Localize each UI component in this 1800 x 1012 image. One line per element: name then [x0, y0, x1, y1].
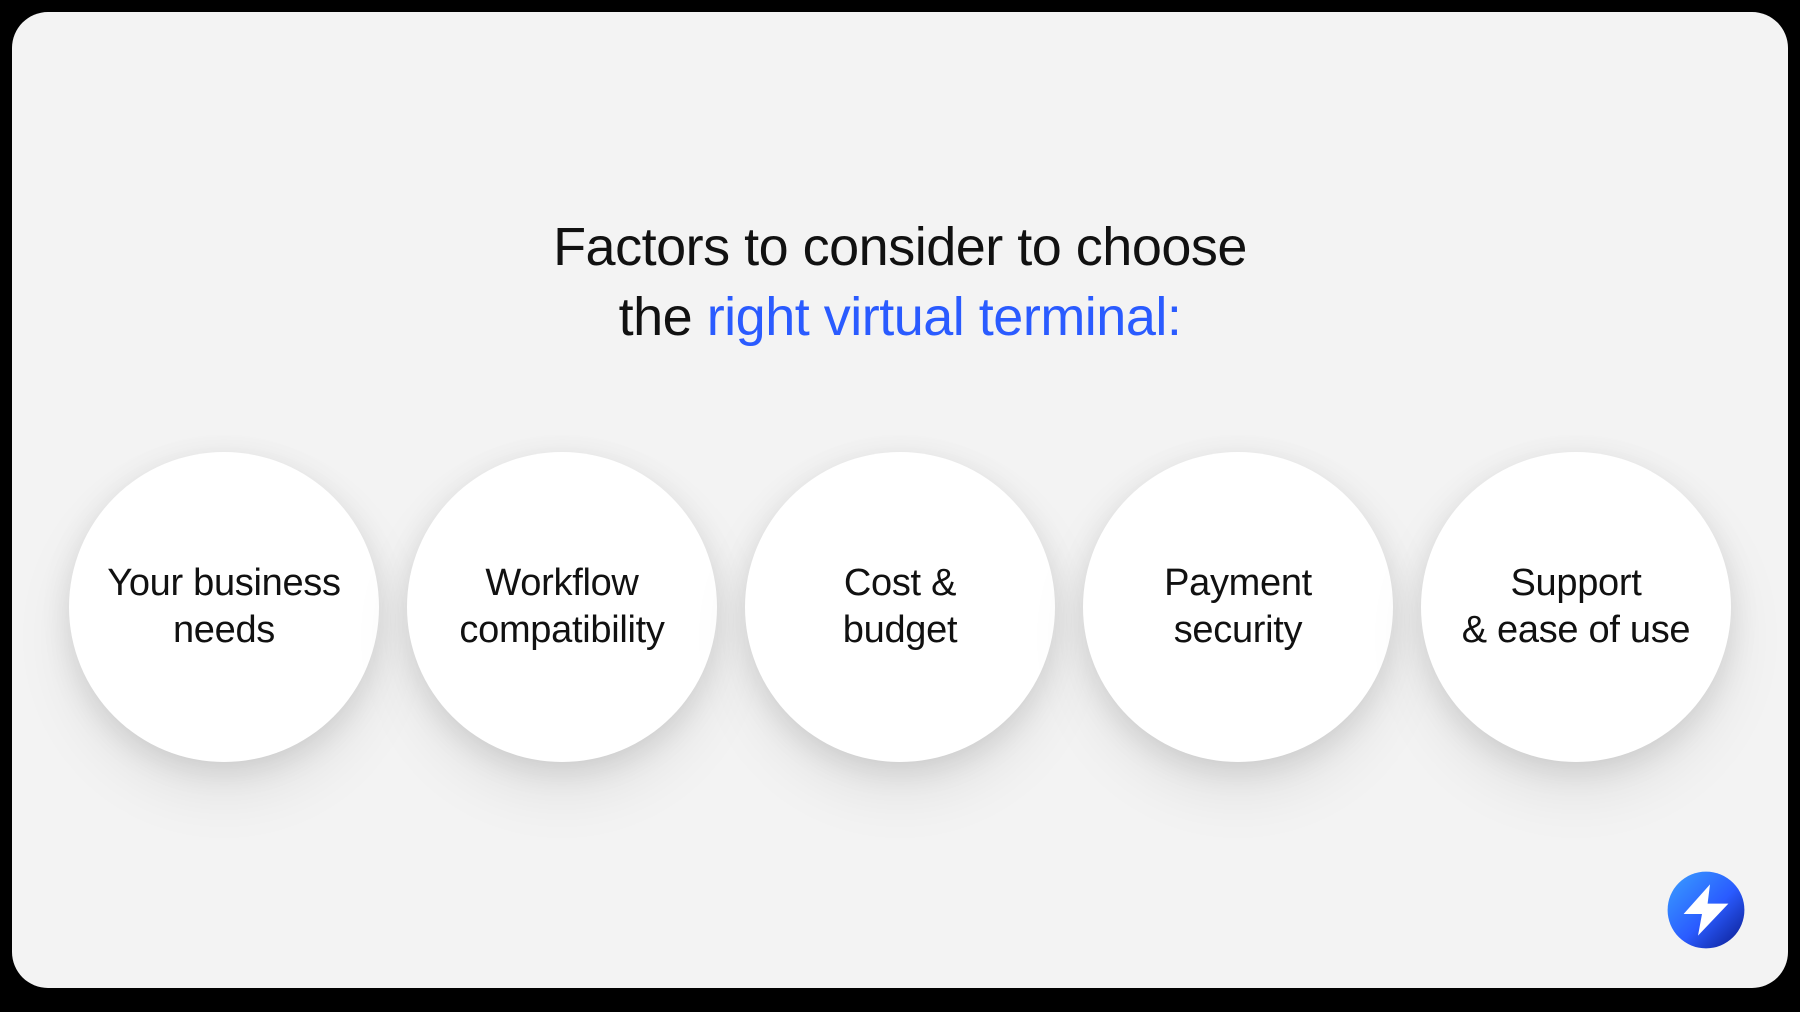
factor-label: Your business needs — [107, 560, 340, 655]
factor-bubble-payment-security: Payment security — [1083, 452, 1393, 762]
factor-label: Payment security — [1164, 560, 1312, 655]
factor-bubble-business-needs: Your business needs — [69, 452, 379, 762]
slide-heading: Factors to consider to choose the right … — [12, 212, 1788, 352]
factor-label: Support & ease of use — [1462, 560, 1690, 655]
heading-line-1: Factors to consider to choose — [553, 217, 1247, 277]
factor-bubble-workflow-compatibility: Workflow compatibility — [407, 452, 717, 762]
factor-bubble-cost-budget: Cost & budget — [745, 452, 1055, 762]
slide-canvas: Factors to consider to choose the right … — [12, 12, 1788, 988]
heading-line-2-accent: right virtual terminal: — [707, 287, 1182, 347]
factor-label: Workflow compatibility — [459, 560, 664, 655]
factor-label: Cost & budget — [843, 560, 957, 655]
factor-bubble-support-ease: Support & ease of use — [1421, 452, 1731, 762]
brand-logo-icon — [1666, 870, 1746, 950]
heading-line-2-prefix: the — [619, 287, 707, 347]
factors-row: Your business needs Workflow compatibili… — [69, 452, 1731, 762]
